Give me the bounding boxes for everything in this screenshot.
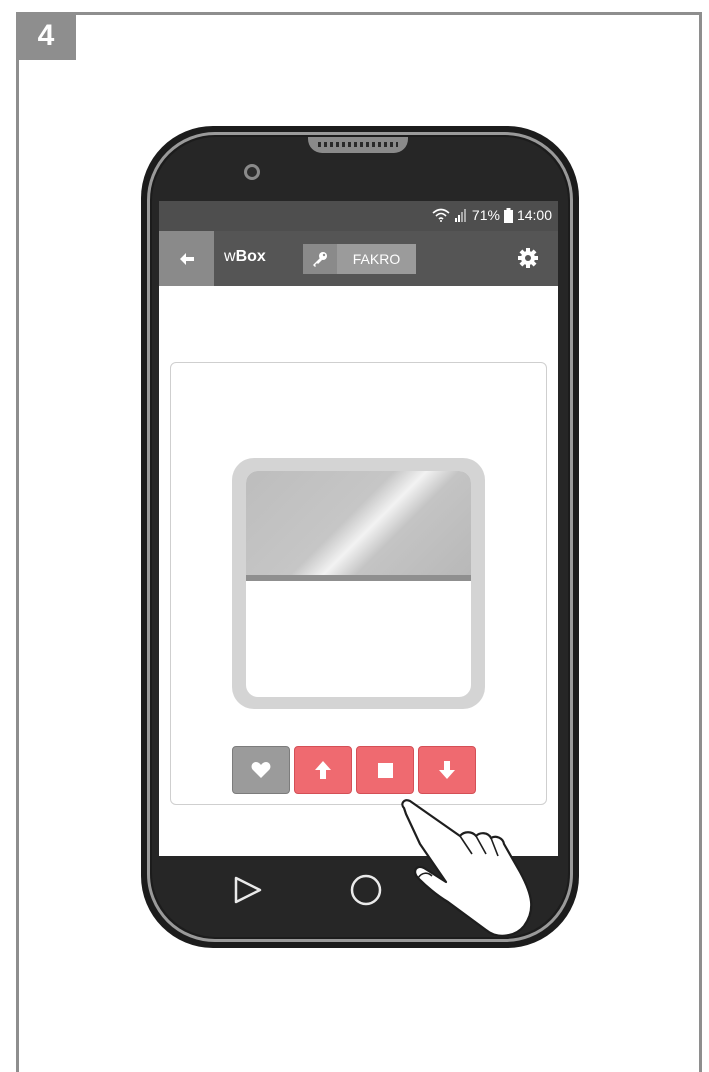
roof-window-pane [246,471,471,697]
status-bar: 71% 14:00 [159,201,558,231]
stop-icon [377,762,393,778]
blind-shade [246,471,471,575]
down-button[interactable] [418,746,476,794]
battery-icon [503,207,513,223]
gear-icon [518,248,538,268]
nav-back-icon[interactable] [234,876,262,904]
pointing-hand-icon [401,799,533,937]
app-bar: wBox FAKRO [159,231,558,286]
favorite-button[interactable] [232,746,290,794]
battery-percent: 71% [471,207,500,223]
status-time: 14:00 [516,207,552,223]
status-indicators: 71% 14:00 [432,207,552,223]
arrow-up-icon [315,761,331,779]
key-icon [313,252,327,267]
app-title: wBox [224,248,266,266]
front-camera [244,164,260,180]
control-buttons [232,746,476,794]
arrow-down-icon [439,761,455,779]
phone-screen: 71% 14:00 wBox FAKRO [159,201,558,856]
speaker-grill [318,142,398,147]
heart-icon [251,762,271,778]
app-title-prefix: w [224,248,236,265]
key-selector[interactable]: FAKRO [303,244,416,274]
blind-rail [246,575,471,581]
wifi-icon [432,208,450,222]
stop-button[interactable] [356,746,414,794]
key-label: FAKRO [352,251,401,267]
arrow-left-icon [179,252,194,265]
signal-icon [454,209,466,222]
step-number-badge: 4 [16,12,76,60]
nav-home-icon[interactable] [350,874,382,906]
back-button[interactable] [159,231,214,286]
key-icon-box [303,244,337,274]
settings-button[interactable] [516,246,540,270]
app-title-bold: Box [235,248,266,265]
up-button[interactable] [294,746,352,794]
